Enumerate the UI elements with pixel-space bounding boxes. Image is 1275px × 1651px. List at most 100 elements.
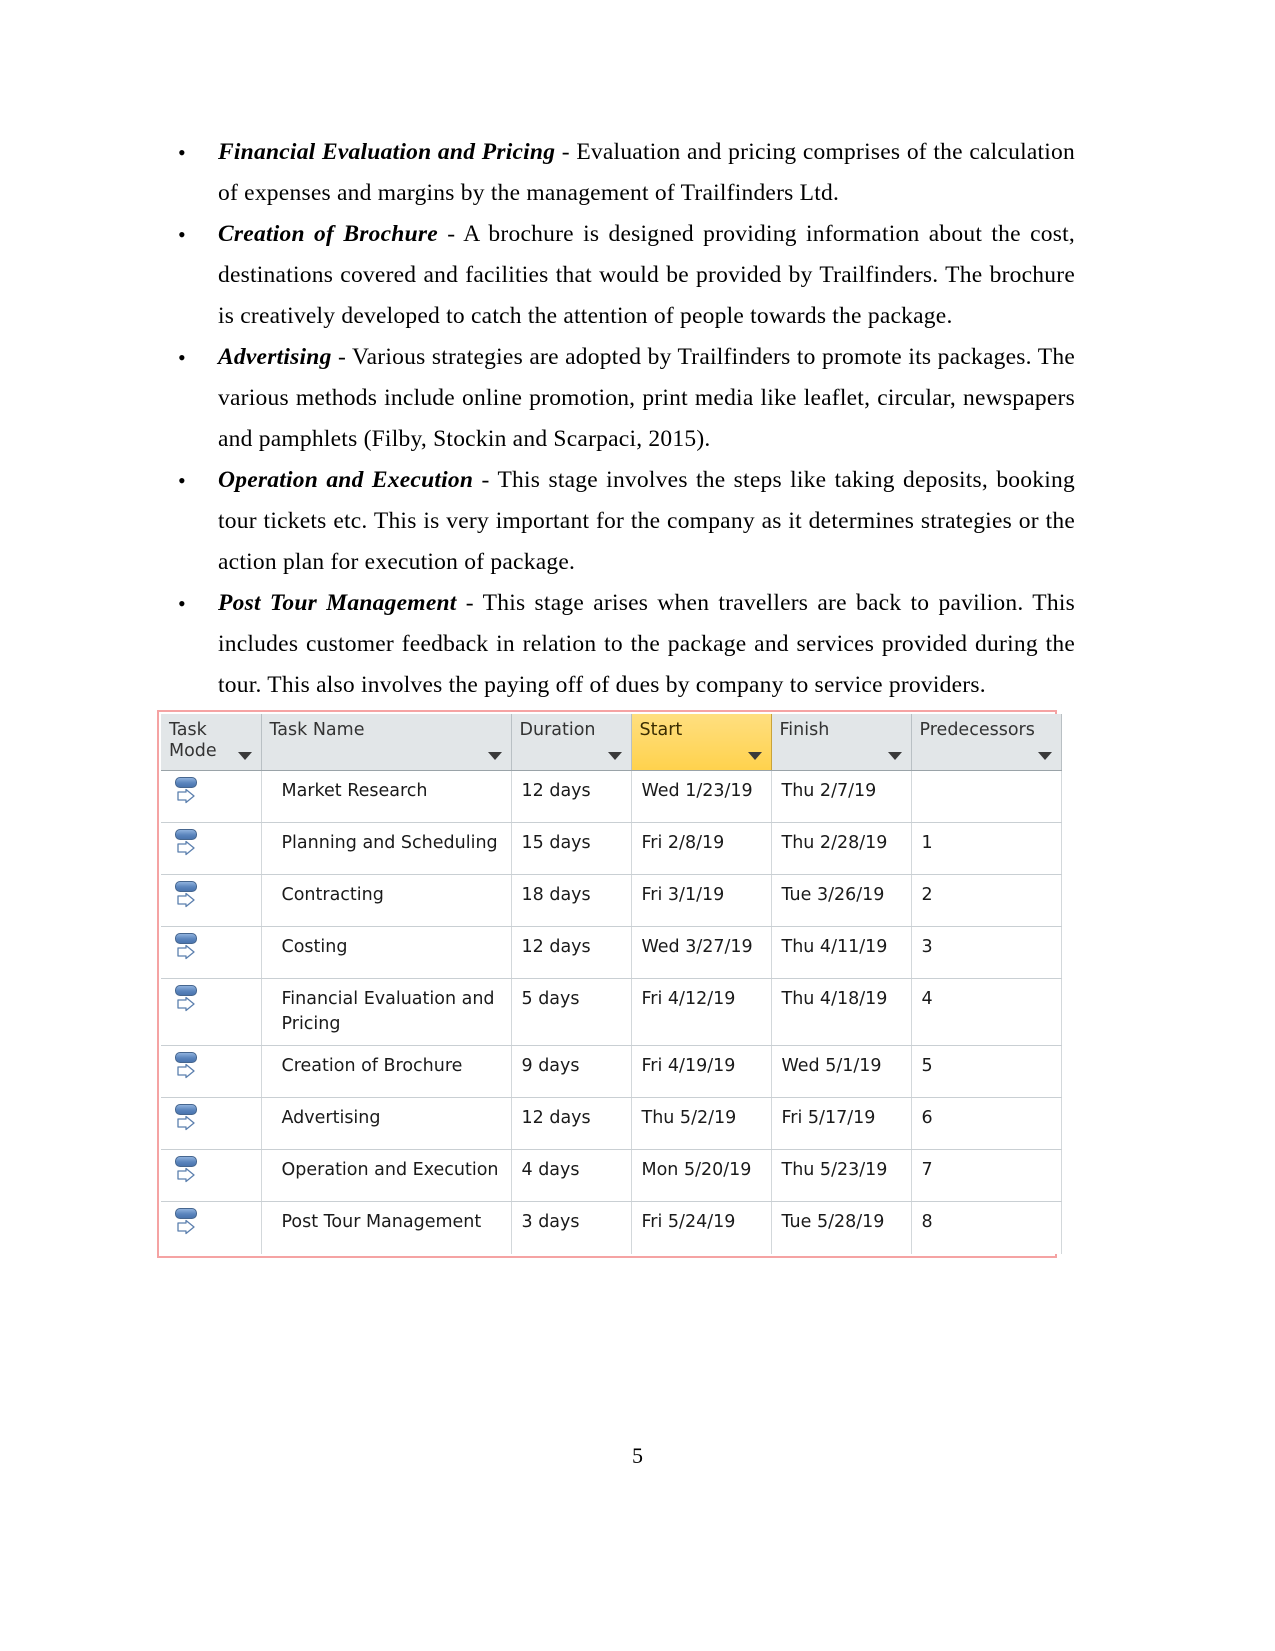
column-header-task-name[interactable]: Task Name <box>261 714 512 771</box>
task-name-cell[interactable]: Creation of Brochure <box>261 1045 512 1098</box>
column-header-predecessors[interactable]: Predecessors <box>911 714 1062 771</box>
finish-cell[interactable]: Tue 3/26/19 <box>771 874 912 927</box>
table-row[interactable]: Contracting 18 days Fri 3/1/19 Tue 3/26/19 2 <box>161 874 1062 927</box>
column-header-label: Task Name <box>269 720 365 740</box>
table-row[interactable]: Creation of Brochure 9 days Fri 4/19/19 Wed… <box>161 1045 1062 1098</box>
task-mode-cell[interactable] <box>161 1201 262 1254</box>
task-mode-cell[interactable] <box>161 1045 262 1098</box>
bullet-dot-icon: • <box>178 222 186 247</box>
duration-cell[interactable]: 12 days <box>511 1097 632 1150</box>
table-row[interactable]: Planning and Scheduling 15 days Fri 2/8/19… <box>161 822 1062 875</box>
predecessors-cell[interactable]: 8 <box>911 1201 1062 1254</box>
auto-schedule-icon <box>173 985 199 1015</box>
column-header-task-mode[interactable]: Task Mode <box>161 714 262 771</box>
auto-schedule-icon <box>173 1208 199 1238</box>
task-name-cell[interactable]: Financial Evaluation and Pricing <box>261 978 512 1046</box>
table-row[interactable]: Operation and Execution 4 days Mon 5/20/19… <box>161 1149 1062 1202</box>
predecessors-cell[interactable]: 4 <box>911 978 1062 1046</box>
bullet-item: • Creation of Brochure - A brochure is de… <box>160 214 1075 337</box>
task-name-cell[interactable]: Operation and Execution <box>261 1149 512 1202</box>
table-row[interactable]: Advertising 12 days Thu 5/2/19 Fri 5/17/19 6 <box>161 1097 1062 1150</box>
table-row[interactable]: Market Research 12 days Wed 1/23/19 Thu 2/7… <box>161 770 1062 823</box>
duration-cell[interactable]: 15 days <box>511 822 632 875</box>
task-mode-cell[interactable] <box>161 1097 262 1150</box>
bullet-term: Operation and Execution <box>218 467 474 493</box>
finish-cell[interactable]: Thu 4/18/19 <box>771 978 912 1046</box>
table-body: Market Research 12 days Wed 1/23/19 Thu 2/7… <box>161 770 1062 1254</box>
auto-schedule-icon <box>173 1156 199 1186</box>
bullet-separator: - <box>437 221 464 247</box>
finish-cell[interactable]: Tue 5/28/19 <box>771 1201 912 1254</box>
document-page: • Financial Evaluation and Pricing - Eval… <box>0 0 1275 1651</box>
task-mode-cell[interactable] <box>161 1149 262 1202</box>
start-cell[interactable]: Mon 5/20/19 <box>631 1149 772 1202</box>
filter-dropdown-icon[interactable] <box>1037 752 1052 760</box>
table-header-row: Task Mode Task Name Duration Start Finish Pre… <box>161 714 1062 771</box>
task-name-cell[interactable]: Advertising <box>261 1097 512 1150</box>
task-name-cell[interactable]: Market Research <box>261 770 512 823</box>
column-header-label: Start <box>639 720 683 740</box>
gantt-task-table: Task Mode Task Name Duration Start Finish Pre… <box>161 714 1062 1254</box>
bullet-list: • Financial Evaluation and Pricing - Eval… <box>160 132 1075 706</box>
finish-cell[interactable]: Wed 5/1/19 <box>771 1045 912 1098</box>
auto-schedule-icon <box>173 777 199 807</box>
task-mode-cell[interactable] <box>161 926 262 979</box>
column-header-label: Task Mode <box>169 720 217 761</box>
predecessors-cell[interactable]: 2 <box>911 874 1062 927</box>
table-row[interactable]: Post Tour Management 3 days Fri 5/24/19 Tue… <box>161 1201 1062 1254</box>
finish-cell[interactable]: Thu 2/28/19 <box>771 822 912 875</box>
filter-dropdown-icon[interactable] <box>487 752 502 760</box>
task-mode-cell[interactable] <box>161 822 262 875</box>
column-header-label: Duration <box>519 720 596 740</box>
start-cell[interactable]: Fri 4/19/19 <box>631 1045 772 1098</box>
finish-cell[interactable]: Thu 4/11/19 <box>771 926 912 979</box>
filter-dropdown-icon[interactable] <box>747 752 762 760</box>
finish-cell[interactable]: Thu 5/23/19 <box>771 1149 912 1202</box>
filter-dropdown-icon[interactable] <box>237 752 252 760</box>
duration-cell[interactable]: 4 days <box>511 1149 632 1202</box>
bullet-separator: - <box>555 139 577 165</box>
predecessors-cell[interactable] <box>911 770 1062 823</box>
bullet-item: • Operation and Execution - This stage in… <box>160 460 1075 583</box>
table-row[interactable]: Financial Evaluation and Pricing 5 days Fr… <box>161 978 1062 1046</box>
task-mode-cell[interactable] <box>161 874 262 927</box>
start-cell[interactable]: Thu 5/2/19 <box>631 1097 772 1150</box>
finish-cell[interactable]: Thu 2/7/19 <box>771 770 912 823</box>
auto-schedule-icon <box>173 1052 199 1082</box>
filter-dropdown-icon[interactable] <box>607 752 622 760</box>
start-cell[interactable]: Fri 5/24/19 <box>631 1201 772 1254</box>
bullet-dot-icon: • <box>178 345 186 370</box>
bullet-dot-icon: • <box>178 468 186 493</box>
start-cell[interactable]: Fri 2/8/19 <box>631 822 772 875</box>
duration-cell[interactable]: 12 days <box>511 770 632 823</box>
column-header-start[interactable]: Start <box>631 714 772 771</box>
duration-cell[interactable]: 12 days <box>511 926 632 979</box>
start-cell[interactable]: Wed 3/27/19 <box>631 926 772 979</box>
auto-schedule-icon <box>173 829 199 859</box>
task-mode-cell[interactable] <box>161 770 262 823</box>
start-cell[interactable]: Fri 4/12/19 <box>631 978 772 1046</box>
task-mode-cell[interactable] <box>161 978 262 1046</box>
predecessors-cell[interactable]: 3 <box>911 926 1062 979</box>
bullet-term: Advertising <box>218 344 332 370</box>
task-name-cell[interactable]: Costing <box>261 926 512 979</box>
predecessors-cell[interactable]: 7 <box>911 1149 1062 1202</box>
task-name-cell[interactable]: Contracting <box>261 874 512 927</box>
predecessors-cell[interactable]: 5 <box>911 1045 1062 1098</box>
start-cell[interactable]: Wed 1/23/19 <box>631 770 772 823</box>
task-name-cell[interactable]: Planning and Scheduling <box>261 822 512 875</box>
start-cell[interactable]: Fri 3/1/19 <box>631 874 772 927</box>
column-header-duration[interactable]: Duration <box>511 714 632 771</box>
filter-dropdown-icon[interactable] <box>887 752 902 760</box>
predecessors-cell[interactable]: 6 <box>911 1097 1062 1150</box>
duration-cell[interactable]: 5 days <box>511 978 632 1046</box>
table-row[interactable]: Costing 12 days Wed 3/27/19 Thu 4/11/19 3 <box>161 926 1062 979</box>
bullet-item: • Post Tour Management - This stage arise… <box>160 583 1075 706</box>
task-name-cell[interactable]: Post Tour Management <box>261 1201 512 1254</box>
column-header-finish[interactable]: Finish <box>771 714 912 771</box>
duration-cell[interactable]: 18 days <box>511 874 632 927</box>
duration-cell[interactable]: 3 days <box>511 1201 632 1254</box>
duration-cell[interactable]: 9 days <box>511 1045 632 1098</box>
finish-cell[interactable]: Fri 5/17/19 <box>771 1097 912 1150</box>
predecessors-cell[interactable]: 1 <box>911 822 1062 875</box>
